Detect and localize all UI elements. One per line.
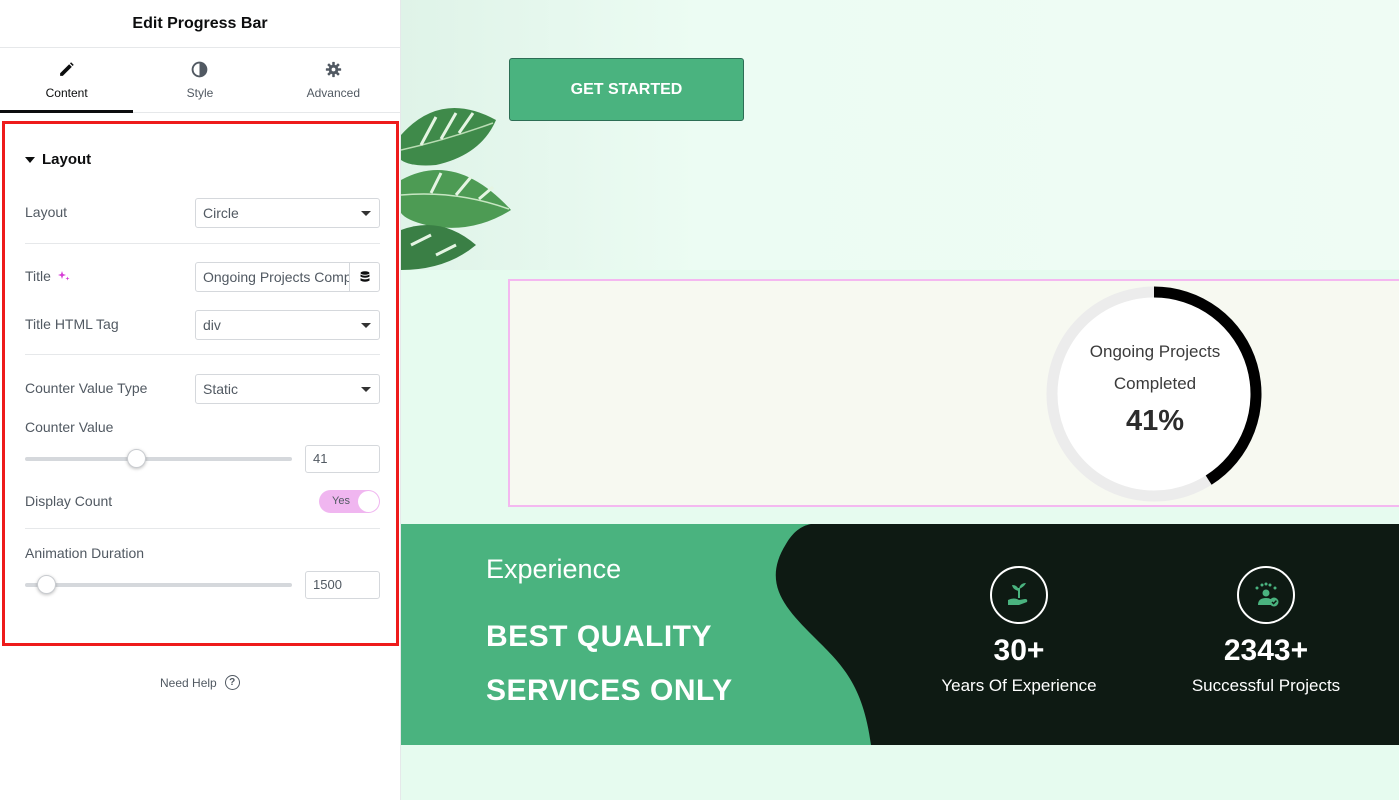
need-help-label: Need Help (160, 675, 217, 690)
progress-bar-widget[interactable]: Ongoing Projects Completed 41% (508, 279, 1399, 507)
progress-title: Ongoing Projects Completed (1075, 336, 1235, 400)
user-rating-icon (1237, 566, 1295, 624)
layout-select-value: Circle (203, 205, 239, 221)
chevron-down-icon (361, 387, 371, 392)
counter-value-label: Counter Value (25, 419, 114, 435)
counter-slider-thumb[interactable] (126, 449, 146, 468)
headline-line2: SERVICES ONLY (486, 674, 733, 707)
dynamic-tags-button[interactable] (349, 263, 379, 291)
divider (25, 528, 380, 529)
caret-down-icon (25, 156, 35, 163)
display-count-label: Display Count (25, 493, 113, 509)
tab-advanced-label: Advanced (306, 85, 360, 100)
title-tag-select-value: div (203, 317, 221, 333)
counter-type-select[interactable]: Static (195, 374, 380, 404)
stat-years: 30+ Years Of Experience (919, 566, 1119, 696)
stat-projects-label: Successful Projects (1191, 676, 1341, 695)
panel-title: Edit Progress Bar (132, 14, 268, 32)
title-input[interactable]: Ongoing Projects Completed (195, 262, 380, 292)
headline-line1: BEST QUALITY (486, 620, 713, 653)
animation-duration-label: Animation Duration (25, 545, 145, 561)
get-started-button[interactable]: GET STARTED (509, 58, 744, 121)
stat-years-label: Years Of Experience (941, 676, 1097, 695)
layout-select[interactable]: Circle (195, 198, 380, 228)
counter-type-select-value: Static (203, 381, 239, 397)
layout-label: Layout (25, 204, 68, 220)
need-help-link[interactable]: Need Help ? (160, 675, 240, 690)
counter-type-label: Counter Value Type (25, 380, 148, 396)
tab-advanced[interactable]: Advanced (267, 48, 400, 112)
title-input-value: Ongoing Projects Completed (203, 269, 349, 285)
animation-slider-thumb[interactable] (37, 575, 57, 594)
counter-value-input[interactable]: 41 (305, 445, 380, 473)
database-icon (360, 271, 369, 282)
tab-style-label: Style (186, 85, 214, 100)
progress-value: 41% (1125, 405, 1185, 437)
title-tag-select[interactable]: div (195, 310, 380, 340)
stat-projects-number: 2343+ (1223, 634, 1309, 667)
panel-tabs: Content Style Advanced (0, 48, 400, 113)
display-count-toggle-label: Yes (332, 495, 350, 507)
page-preview: GET STARTED Ongoing Projects Completed 4… (401, 0, 1399, 800)
stat-projects: 2343+ Successful Projects (1166, 566, 1366, 696)
editor-panel: Edit Progress Bar Content Style Advanced… (0, 0, 401, 800)
animation-duration-slider[interactable] (25, 575, 292, 594)
divider (25, 243, 380, 244)
tab-content-label: Content (45, 85, 88, 100)
title-tag-label: Title HTML Tag (25, 316, 119, 332)
section-title: Layout (42, 151, 92, 168)
tab-style[interactable]: Style (133, 48, 266, 112)
counter-value-slider[interactable] (25, 449, 292, 468)
panel-header: Edit Progress Bar (0, 0, 400, 48)
chevron-down-icon (361, 323, 371, 328)
pencil-icon (60, 61, 74, 76)
section-toggle[interactable]: Layout (25, 151, 91, 168)
gear-icon (325, 61, 341, 77)
progress-title-line1: Ongoing Projects (1089, 342, 1221, 361)
ai-sparkle-icon[interactable] (57, 269, 71, 283)
question-icon: ? (224, 675, 240, 690)
display-count-toggle[interactable]: Yes (319, 490, 380, 513)
monstera-leaf-image (401, 108, 511, 270)
hero-background (401, 0, 1399, 270)
tab-content[interactable]: Content (0, 48, 134, 113)
experience-label: Experience (486, 554, 622, 584)
title-label: Title (25, 268, 51, 284)
stat-years-number: 30+ (993, 634, 1045, 667)
progress-title-line2: Completed (1113, 374, 1197, 393)
toggle-knob (358, 491, 379, 512)
layout-section: Layout Layout Circle Title Ongoing Proje… (2, 121, 399, 646)
animation-duration-input[interactable]: 1500 (305, 571, 380, 599)
half-circle-icon (192, 61, 208, 77)
stats-section: Experience BEST QUALITY SERVICES ONLY 30… (401, 524, 1399, 745)
chevron-down-icon (361, 211, 371, 216)
divider (25, 354, 380, 355)
title-label-wrap: Title (25, 268, 71, 284)
plant-hand-icon (990, 566, 1048, 624)
